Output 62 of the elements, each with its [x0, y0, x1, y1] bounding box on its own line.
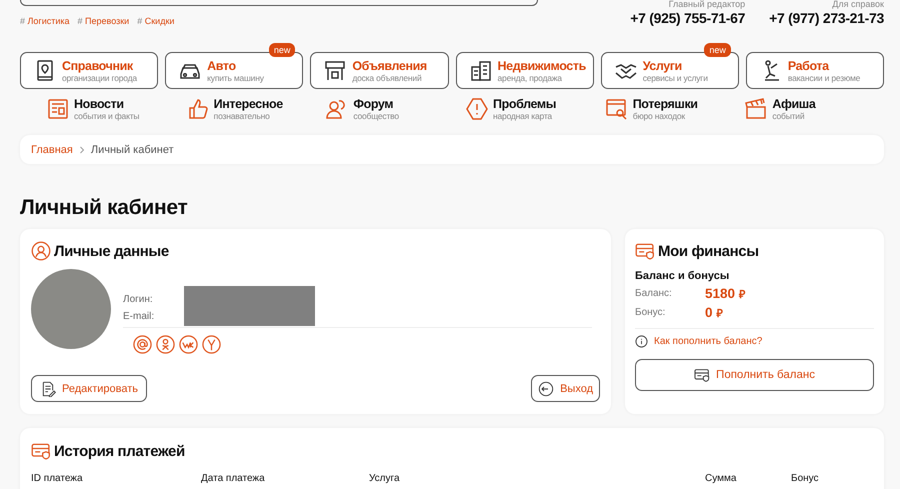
nav-link[interactable]: Афиша событий	[744, 97, 884, 121]
phone-number: +7 (977) 273-21-73	[769, 10, 884, 26]
nav-button[interactable]: Авто купить машину	[165, 52, 304, 89]
card-shield-icon	[31, 441, 51, 461]
nav-link[interactable]: Новости события и факты	[46, 97, 186, 121]
nav-link[interactable]: Форум сообщество	[325, 97, 466, 121]
tag-link[interactable]: # Логистика	[20, 16, 70, 26]
nav-link[interactable]: Потеряшки бюро находок	[604, 97, 744, 121]
clapperboard-icon	[744, 97, 768, 121]
buildings-icon	[468, 58, 493, 82]
info-icon	[635, 335, 648, 348]
phone-number: +7 (925) 755-71-67	[630, 10, 746, 26]
warning-icon	[465, 97, 490, 121]
user-icon	[31, 241, 51, 261]
contact-label: Для справок	[832, 0, 884, 9]
vk-icon[interactable]	[179, 335, 198, 354]
column-header: Дата платежа	[201, 473, 266, 484]
ok-icon[interactable]	[156, 335, 175, 354]
column-header: Сумма	[705, 473, 738, 484]
section-subtitle: Баланс и бонусы	[635, 270, 730, 282]
card-title: Мои финансы	[658, 242, 759, 260]
at-sign-icon[interactable]	[133, 335, 152, 354]
nav-button[interactable]: Работа вакансии и резюме	[746, 52, 884, 89]
field-label: E-mail:	[123, 311, 156, 322]
nav-button[interactable]: Объявления доска объявлений	[310, 52, 449, 89]
balance-label: Бонус:	[635, 307, 666, 318]
chevron-right-icon	[78, 146, 85, 154]
nav-button[interactable]: Услуги сервисы и услуги	[600, 52, 739, 89]
column-header: Услуга	[369, 473, 401, 484]
column-header: Бонус	[791, 473, 820, 484]
y-letter-icon[interactable]	[202, 335, 221, 354]
balance-value: 5180 ₽	[705, 286, 745, 301]
tag-link[interactable]: # Перевозки	[78, 16, 130, 26]
new-badge: new	[268, 43, 296, 57]
board-icon	[323, 58, 348, 82]
nav-link[interactable]: Интересное познавательно	[186, 97, 326, 121]
help-link[interactable]: Как пополнить баланс?	[654, 336, 762, 347]
new-badge: new	[704, 43, 731, 57]
logout-icon	[538, 380, 554, 396]
balance-label: Баланс:	[635, 288, 673, 299]
nav-button[interactable]: Недвижимость аренда, продажа	[456, 52, 594, 89]
breadcrumb-current: Личный кабинет	[90, 144, 174, 156]
nav-button[interactable]: Справочник организации города	[20, 52, 158, 89]
card-shield-icon	[694, 367, 710, 383]
window-search-icon	[604, 97, 629, 121]
column-header: ID платежа	[31, 473, 84, 484]
page-title: Личный кабинет	[20, 195, 188, 220]
card-shield-icon	[635, 241, 655, 261]
tag-link[interactable]: # Скидки	[137, 16, 174, 26]
document-pencil-icon	[40, 380, 56, 396]
search-field[interactable]	[20, 0, 538, 6]
field-label: Логин:	[123, 294, 154, 305]
breadcrumb-link[interactable]: Главная	[31, 144, 73, 156]
logout-button[interactable]: Выход	[531, 375, 600, 402]
balance-value: 0 ₽	[705, 305, 722, 320]
edit-button[interactable]: Редактировать	[31, 375, 147, 402]
card-title: Личные данные	[54, 242, 169, 260]
contact-label: Главный редактор	[668, 0, 746, 9]
card-title: История платежей	[54, 442, 185, 460]
nav-link[interactable]: Проблемы народная карта	[465, 97, 605, 121]
newspaper-icon	[46, 97, 70, 121]
top-up-button[interactable]: Пополнить баланс	[635, 359, 874, 391]
